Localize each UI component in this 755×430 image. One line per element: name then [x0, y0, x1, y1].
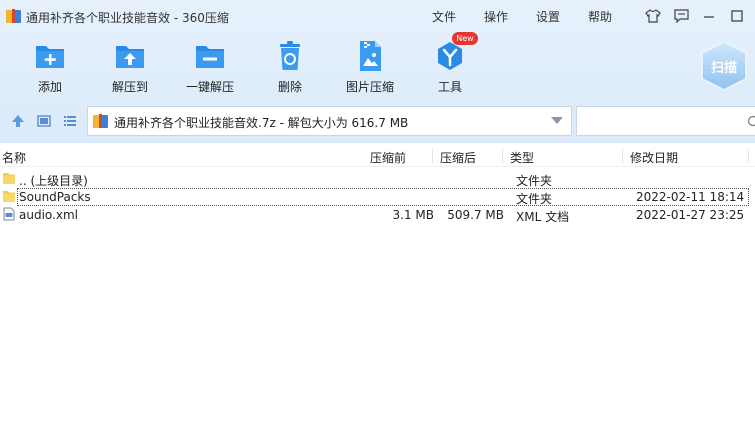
- title-bar: 通用补齐各个职业技能音效 - 360压缩 文件 操作 设置 帮助: [0, 0, 755, 32]
- extract-to-icon: [116, 46, 144, 68]
- xml-file-icon: [3, 207, 15, 221]
- dropdown-arrow-icon[interactable]: [551, 117, 563, 125]
- scan-label: 扫描: [710, 61, 737, 76]
- skin-button[interactable]: [644, 7, 662, 25]
- tools-label: 工具: [437, 80, 462, 94]
- one-click-extract-button[interactable]: 一键解压: [170, 40, 250, 96]
- column-name[interactable]: 名称: [2, 149, 26, 166]
- add-label: 添加: [37, 80, 62, 94]
- table-row[interactable]: audio.xml 3.1 MB 509.7 MB XML 文档 2022-01…: [0, 206, 755, 224]
- menu-file[interactable]: 文件: [432, 8, 456, 25]
- archive-file-icon: [93, 114, 108, 128]
- minimize-icon: [704, 16, 714, 18]
- column-separator: [432, 149, 433, 163]
- folder-icon: [3, 191, 15, 202]
- folder-icon: [3, 173, 15, 184]
- archive-app-icon: [6, 9, 21, 23]
- new-badge: New: [452, 32, 478, 45]
- image-compress-button[interactable]: 图片压缩: [330, 40, 410, 96]
- file-size-before: 3.1 MB: [392, 208, 434, 222]
- image-compress-label: 图片压缩: [345, 80, 394, 94]
- file-name: audio.xml: [19, 208, 78, 222]
- column-type[interactable]: 类型: [510, 149, 534, 166]
- address-path: 通用补齐各个职业技能音效.7z - 解包大小为 616.7 MB: [114, 116, 409, 130]
- list-view-icon[interactable]: [62, 113, 78, 129]
- column-separator: [502, 149, 503, 163]
- file-type: 文件夹: [516, 174, 553, 188]
- feedback-button[interactable]: [672, 7, 690, 25]
- delete-label: 删除: [277, 80, 302, 94]
- image-compress-icon: [360, 41, 381, 71]
- extract-to-label: 解压到: [111, 80, 148, 94]
- column-size-after[interactable]: 压缩后: [440, 149, 476, 166]
- file-size-after: 509.7 MB: [447, 208, 504, 222]
- table-row[interactable]: .. (上级目录) 文件夹: [0, 170, 755, 188]
- one-click-extract-label: 一键解压: [185, 80, 234, 94]
- file-type: XML 文档: [516, 210, 570, 224]
- search-icon[interactable]: [747, 115, 755, 129]
- maximize-button[interactable]: [728, 7, 746, 25]
- add-icon: [36, 46, 64, 68]
- window-title: 通用补齐各个职业技能音效 - 360压缩: [26, 11, 229, 25]
- scan-button[interactable]: 扫描: [698, 40, 750, 92]
- column-modified[interactable]: 修改日期: [630, 149, 678, 166]
- file-type: 文件夹: [516, 192, 553, 206]
- extract-to-button[interactable]: 解压到: [90, 40, 170, 96]
- menu-settings[interactable]: 设置: [536, 8, 560, 25]
- file-name: SoundPacks: [19, 190, 91, 204]
- minimize-button[interactable]: [700, 7, 718, 25]
- tools-button[interactable]: 工具: [410, 40, 490, 96]
- up-arrow-icon[interactable]: [10, 113, 26, 129]
- table-row[interactable]: SoundPacks 文件夹 2022-02-11 18:14: [0, 188, 755, 206]
- search-box[interactable]: [576, 106, 755, 136]
- feedback-icon: [673, 9, 689, 23]
- thumbnail-view-icon[interactable]: [36, 113, 52, 129]
- column-header: 名称 压缩前 压缩后 类型 修改日期: [0, 145, 755, 167]
- column-size-before[interactable]: 压缩前: [370, 149, 406, 166]
- maximize-icon: [731, 10, 743, 22]
- column-separator: [748, 149, 749, 163]
- menu-help[interactable]: 帮助: [588, 8, 612, 25]
- delete-button[interactable]: 删除: [250, 40, 330, 96]
- column-separator: [622, 149, 623, 163]
- shirt-icon: [645, 9, 661, 23]
- file-modified: 2022-02-11 18:14: [636, 190, 745, 204]
- one-click-extract-icon: [196, 46, 224, 68]
- delete-icon: [280, 41, 300, 70]
- file-modified: 2022-01-27 23:25: [636, 208, 745, 222]
- menu-operation[interactable]: 操作: [484, 8, 508, 25]
- add-button[interactable]: 添加: [10, 40, 90, 96]
- file-name: .. (上级目录): [19, 174, 88, 188]
- address-bar[interactable]: 通用补齐各个职业技能音效.7z - 解包大小为 616.7 MB: [87, 106, 572, 136]
